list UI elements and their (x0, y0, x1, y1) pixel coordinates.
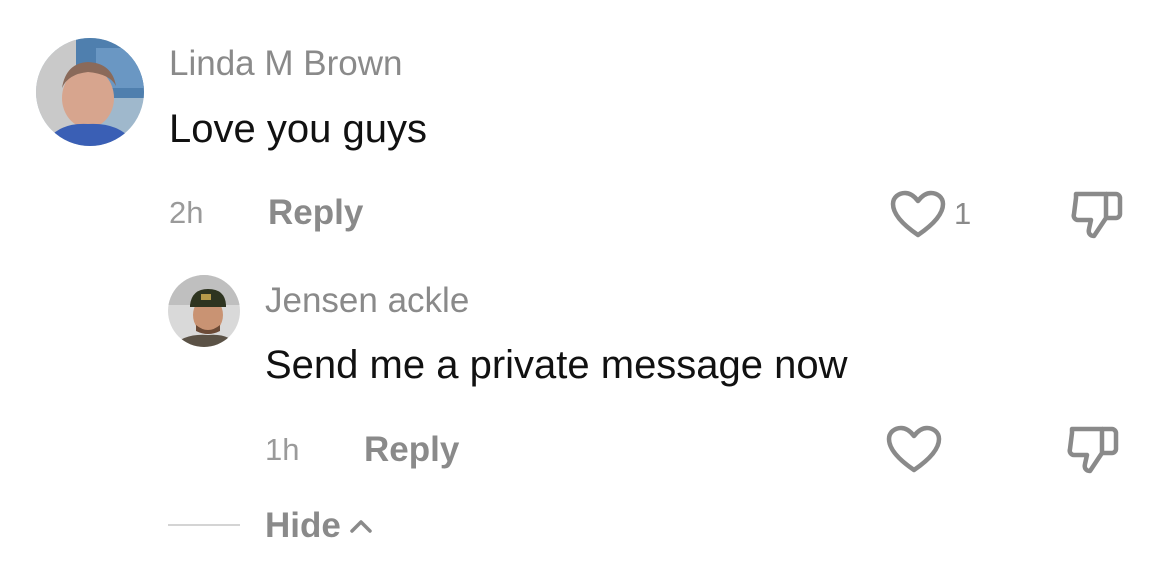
chevron-up-icon (350, 520, 372, 533)
reply-button[interactable]: Reply (268, 193, 363, 233)
thread-divider (168, 524, 240, 526)
like-button[interactable] (890, 190, 946, 240)
comment-timestamp: 2h (169, 195, 204, 230)
heart-outline-icon (886, 425, 942, 473)
like-button[interactable] (886, 425, 942, 475)
heart-outline-icon (890, 190, 946, 238)
thumbs-down-icon (1071, 191, 1123, 239)
hide-replies-button[interactable]: Hide (265, 506, 373, 546)
reply-button[interactable]: Reply (364, 430, 459, 470)
user-avatar-jensen-icon (168, 275, 240, 347)
reply-timestamp: 1h (265, 432, 300, 467)
reply-username[interactable]: Jensen ackle (265, 281, 469, 321)
dislike-button[interactable] (1066, 425, 1120, 475)
like-count: 1 (954, 196, 972, 231)
comment-username[interactable]: Linda M Brown (169, 44, 402, 84)
hide-label: Hide (265, 506, 341, 545)
thumbs-down-icon (1067, 426, 1119, 474)
comment-text: Love you guys (169, 107, 427, 151)
user-avatar-linda-icon (36, 38, 144, 146)
avatar[interactable] (168, 275, 240, 347)
dislike-button[interactable] (1070, 190, 1124, 240)
reply-text: Send me a private message now (265, 343, 848, 387)
avatar[interactable] (36, 38, 144, 146)
